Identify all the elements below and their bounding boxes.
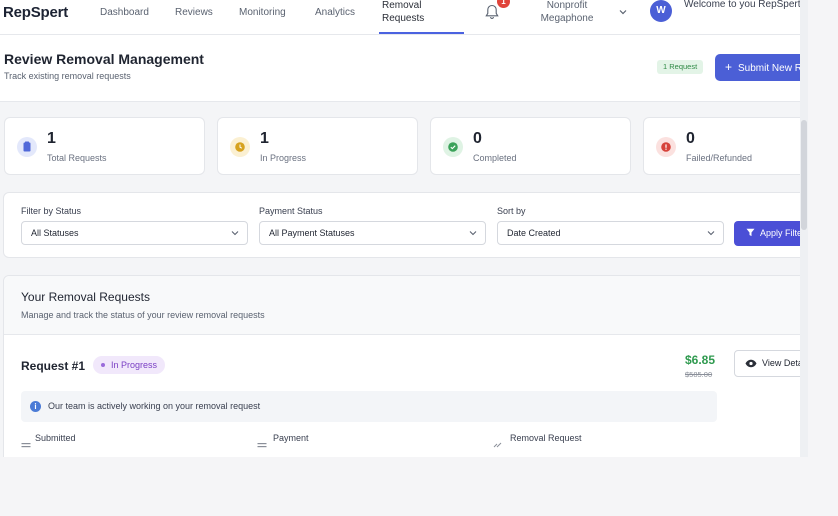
scrollbar-thumb[interactable]	[801, 120, 807, 230]
nav-link-reviews[interactable]: Reviews	[175, 7, 213, 18]
stat-label: Failed/Refunded	[686, 153, 753, 163]
status-text: In Progress	[111, 360, 158, 370]
eye-icon	[745, 359, 757, 368]
requests-panel: Your Removal Requests Manage and track t…	[3, 275, 808, 457]
status-filter-label: Filter by Status	[21, 206, 82, 216]
app-viewport: RepSpert Dashboard Reviews Monitoring An…	[0, 0, 808, 457]
page-header: Review Removal Management Track existing…	[0, 35, 808, 102]
status-badge: In Progress	[93, 356, 166, 374]
clipboard-icon	[17, 137, 37, 157]
stat-value: 1	[47, 130, 56, 147]
requests-subtitle: Manage and track the status of your revi…	[21, 310, 265, 320]
status-filter-select[interactable]: All Statuses	[21, 221, 248, 245]
bell-icon[interactable]	[485, 4, 499, 20]
stat-value: 1	[260, 130, 269, 147]
avatar[interactable]: W	[650, 0, 672, 22]
logo[interactable]: RepSpert	[3, 4, 68, 21]
chevron-down-icon	[707, 231, 715, 236]
stat-card-total: 1 Total Requests	[4, 117, 205, 175]
stat-value: 0	[686, 130, 695, 147]
nav-link-removal-requests[interactable]: Removal Requests	[382, 0, 442, 25]
stat-card-failed: 0 Failed/Refunded	[643, 117, 808, 175]
requests-title: Your Removal Requests	[21, 290, 150, 304]
org-switcher[interactable]: Nonprofit Megaphone	[520, 0, 614, 25]
request-info-banner: i Our team is actively working on your r…	[21, 391, 717, 422]
submit-button-label: Submit New Request	[738, 63, 808, 74]
page-subtitle: Track existing removal requests	[4, 71, 131, 81]
sort-select[interactable]: Date Created	[497, 221, 724, 245]
removal-request-label: Removal Request	[510, 433, 582, 443]
nav-link-analytics[interactable]: Analytics	[315, 7, 355, 18]
clock-icon	[230, 137, 250, 157]
request-price: $6.85	[685, 353, 716, 367]
page-title: Review Removal Management	[4, 51, 204, 67]
welcome-text: Welcome to you RepSpert Portal!	[684, 0, 808, 10]
link-icon	[493, 442, 502, 448]
chevron-down-icon	[469, 231, 477, 236]
payment-filter-label: Payment Status	[259, 206, 323, 216]
chevron-down-icon[interactable]	[619, 8, 627, 16]
stat-value: 0	[473, 130, 482, 147]
stat-card-completed: 0 Completed	[430, 117, 631, 175]
status-dot	[101, 363, 105, 367]
active-tab-indicator	[379, 32, 464, 34]
notification-badge: 1	[497, 0, 510, 8]
plus-icon: +	[725, 60, 733, 74]
sort-label: Sort by	[497, 206, 526, 216]
requests-header: Your Removal Requests Manage and track t…	[4, 276, 808, 335]
request-name: Request #1	[21, 359, 86, 373]
check-circle-icon	[443, 137, 463, 157]
submitted-label: Submitted	[35, 433, 76, 443]
stat-label: Completed	[473, 153, 517, 163]
submit-new-request-button[interactable]: + Submit New Request	[715, 54, 808, 81]
sort-value: Date Created	[507, 228, 561, 238]
stat-label: Total Requests	[47, 153, 107, 163]
filter-panel: Filter by Status All Statuses Payment St…	[3, 192, 808, 258]
chevron-down-icon	[231, 231, 239, 236]
payment-label: Payment	[273, 433, 309, 443]
status-filter-value: All Statuses	[31, 228, 79, 238]
nav-link-monitoring[interactable]: Monitoring	[239, 7, 286, 18]
filter-icon	[746, 228, 755, 237]
request-count-badge: 1 Request	[657, 60, 704, 74]
info-text: Our team is actively working on your rem…	[48, 401, 261, 411]
payment-filter-value: All Payment Statuses	[269, 228, 355, 238]
alert-circle-icon	[656, 137, 676, 157]
calendar-icon	[21, 443, 31, 448]
stat-card-in-progress: 1 In Progress	[217, 117, 418, 175]
apply-filters-button[interactable]: Apply Filters	[734, 221, 808, 246]
payment-filter-select[interactable]: All Payment Statuses	[259, 221, 486, 245]
view-details-button[interactable]: View Details	[734, 350, 808, 377]
credit-card-icon	[257, 443, 267, 448]
stat-label: In Progress	[260, 153, 307, 163]
info-icon: i	[30, 401, 41, 412]
top-nav: RepSpert Dashboard Reviews Monitoring An…	[0, 0, 808, 35]
request-original-price: $585.00	[685, 370, 713, 379]
nav-link-dashboard[interactable]: Dashboard	[100, 7, 149, 18]
